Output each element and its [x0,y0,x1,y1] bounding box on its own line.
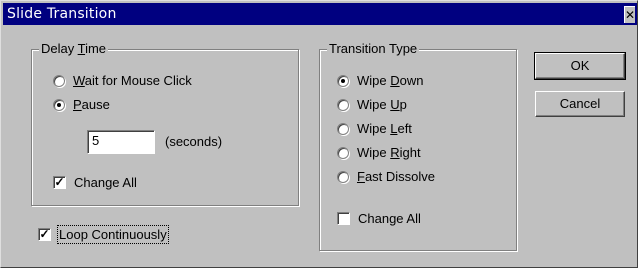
ok-button[interactable]: OK [534,52,626,80]
radio-selected-icon [53,98,65,111]
radio-unselected-icon [53,74,65,87]
delay-time-legend: Delay Time [39,41,109,56]
checkbox-checked-icon: ✓ [38,227,51,241]
pause-radio[interactable]: Pause [53,97,110,112]
transition-type-legend: Transition Type [327,41,420,56]
wait-for-mouse-click-radio[interactable]: Wait for Mouse Click [53,73,192,88]
title-bar: Slide Transition ✕ [3,3,637,25]
wipe-down-label: Wipe Down [357,73,424,88]
radio-unselected-icon [337,146,349,159]
transition-change-all-checkbox[interactable]: Change All [337,211,421,226]
loop-continuously-label: Loop Continuously [57,225,169,244]
wipe-right-label: Wipe Right [357,145,421,160]
seconds-input[interactable]: 5 [87,130,155,154]
cancel-button[interactable]: Cancel [535,91,625,117]
seconds-unit-label: (seconds) [165,134,223,149]
slide-transition-dialog: Slide Transition ✕ Delay Time Wait for M… [0,0,638,268]
close-icon[interactable]: ✕ [624,6,635,23]
delay-change-all-label: Change All [74,175,137,190]
pause-label: Pause [73,97,110,112]
radio-unselected-icon [337,170,349,183]
wipe-right-radio[interactable]: Wipe Right [337,145,421,160]
fast-dissolve-label: Fast Dissolve [357,169,436,184]
transition-change-all-label: Change All [358,211,421,226]
wait-for-mouse-click-label: Wait for Mouse Click [73,73,192,88]
radio-selected-icon [337,74,349,87]
wipe-up-radio[interactable]: Wipe Up [337,97,407,112]
fast-dissolve-radio[interactable]: Fast Dissolve [337,169,435,184]
radio-unselected-icon [337,122,349,135]
delay-time-group: Delay Time Wait for Mouse Click Pause 5 … [31,41,299,206]
transition-type-group: Transition Type Wipe Down Wipe Up Wipe L… [319,41,517,251]
wipe-down-radio[interactable]: Wipe Down [337,73,423,88]
radio-unselected-icon [337,98,349,111]
checkbox-checked-icon: ✓ [53,175,66,189]
wipe-left-radio[interactable]: Wipe Left [337,121,412,136]
delay-change-all-checkbox[interactable]: ✓ Change All [53,175,137,190]
loop-continuously-checkbox[interactable]: ✓ Loop Continuously [38,225,169,244]
wipe-left-label: Wipe Left [357,121,412,136]
dialog-title: Slide Transition [7,6,117,22]
wipe-up-label: Wipe Up [357,97,407,112]
checkbox-unchecked-icon [337,212,350,225]
